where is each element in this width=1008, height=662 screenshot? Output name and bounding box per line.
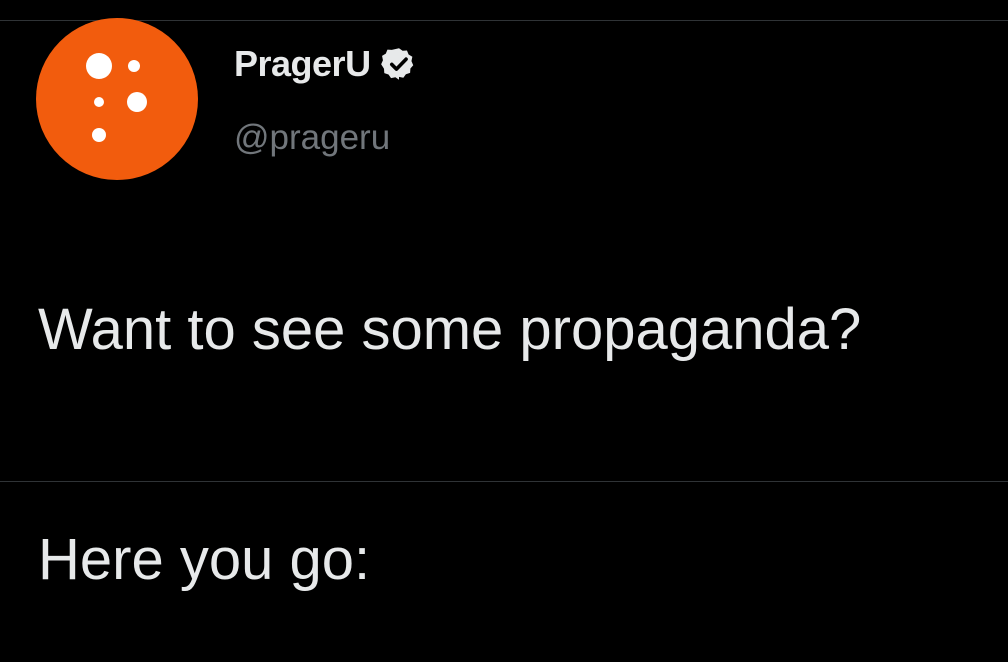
tweet-text: Want to see some propaganda? Here you go… — [38, 228, 978, 662]
prageru-logo-icon — [86, 53, 147, 142]
author-name-row: PragerU — [234, 40, 417, 88]
tweet: PragerU @prageru Want to see some propag… — [0, 0, 1008, 592]
verified-badge-icon — [380, 46, 417, 82]
handle[interactable]: @prageru — [234, 118, 390, 158]
tweet-text-line: Want to see some propaganda? — [38, 297, 862, 362]
bottom-divider — [0, 481, 1008, 482]
avatar[interactable] — [36, 18, 198, 180]
tweet-text-line: Here you go: — [38, 527, 371, 592]
display-name[interactable]: PragerU — [234, 43, 371, 85]
